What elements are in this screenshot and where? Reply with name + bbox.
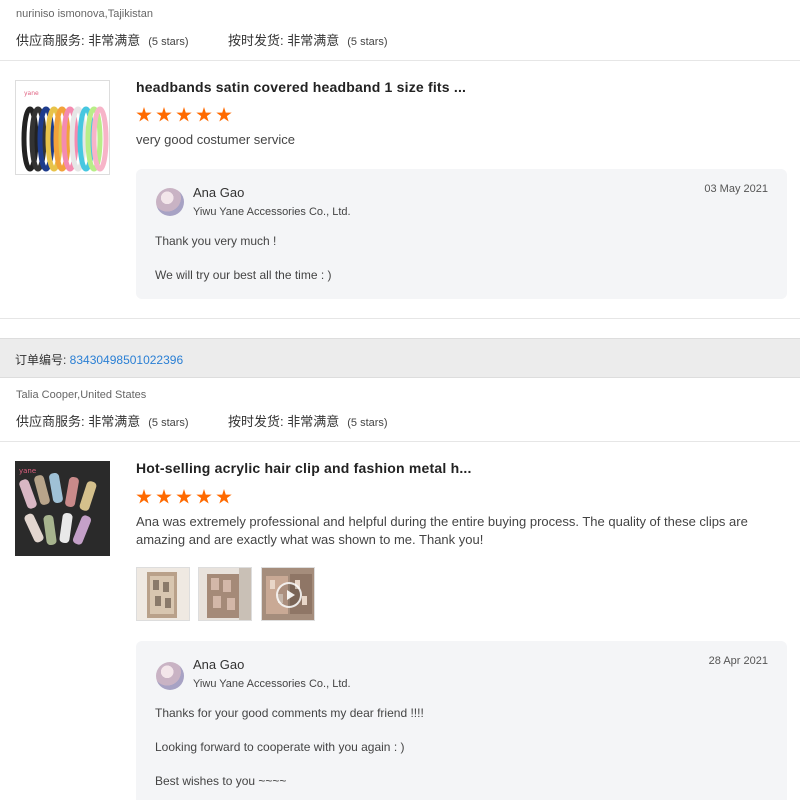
buyer-name: nuriniso ismonova,Tajikistan xyxy=(16,8,153,20)
ship-value: 非常满意 xyxy=(287,33,340,48)
review-text: Ana was extremely professional and helpf… xyxy=(136,513,776,549)
rating-stars xyxy=(136,489,232,505)
reply-line: Best wishes to you ~~~~ xyxy=(155,774,287,788)
review-text-line: amazing and are exactly what was shown t… xyxy=(136,532,484,547)
reply-company: Yiwu Yane Accessories Co., Ltd. xyxy=(193,678,351,690)
star-icon xyxy=(176,489,192,504)
avatar xyxy=(156,662,184,690)
divider xyxy=(0,441,800,442)
service-value: 非常满意 xyxy=(88,33,141,48)
reply-line: Thank you very much ! xyxy=(155,234,277,248)
ship-label: 按时发货: xyxy=(228,33,288,48)
product-title[interactable]: headbands satin covered headband 1 size … xyxy=(136,79,466,95)
service-stars-text: (5 stars) xyxy=(148,417,189,429)
ship-label: 按时发货: xyxy=(228,414,288,429)
svg-text:yane: yane xyxy=(19,467,36,475)
reply-name: Ana Gao xyxy=(193,185,245,200)
star-icon xyxy=(156,489,172,504)
reply-line: Thanks for your good comments my dear fr… xyxy=(155,706,424,720)
star-icon xyxy=(136,107,152,122)
service-label: 供应商服务: xyxy=(16,33,89,48)
divider xyxy=(0,60,800,61)
star-icon xyxy=(216,489,232,504)
ship-stars-text: (5 stars) xyxy=(347,417,388,429)
rating-stars xyxy=(136,107,232,123)
supplier-reply: Ana Gao Yiwu Yane Accessories Co., Ltd. … xyxy=(136,641,787,800)
ship-value: 非常满意 xyxy=(287,414,340,429)
service-stars-text: (5 stars) xyxy=(148,36,189,48)
service-value: 非常满意 xyxy=(88,414,141,429)
supplier-rating-row: 供应商服务: 非常满意 (5 stars) xyxy=(16,30,189,49)
reply-line: Looking forward to cooperate with you ag… xyxy=(155,740,405,754)
review-text-line: Ana was extremely professional and helpf… xyxy=(136,514,748,529)
order-number-link[interactable]: 83430498501022396 xyxy=(70,353,183,367)
service-label: 供应商服务: xyxy=(16,414,89,429)
reply-date: 03 May 2021 xyxy=(704,183,768,195)
order-label: 订单编号: xyxy=(15,353,70,367)
product-thumbnail[interactable]: yane xyxy=(15,80,110,175)
reply-name: Ana Gao xyxy=(193,657,245,672)
order-bar: 订单编号: 83430498501022396 xyxy=(0,338,800,378)
star-icon xyxy=(156,107,172,122)
divider xyxy=(0,318,800,319)
svg-text:yane: yane xyxy=(24,90,39,97)
review-text: very good costumer service xyxy=(136,132,295,147)
star-icon xyxy=(196,489,212,504)
review-video-thumbnail[interactable] xyxy=(261,567,315,621)
review-photo[interactable] xyxy=(198,567,252,621)
reply-line: We will try our best all the time : ) xyxy=(155,268,332,282)
review-photo[interactable] xyxy=(136,567,190,621)
shipping-rating-row: 按时发货: 非常满意 (5 stars) xyxy=(228,411,388,430)
product-thumbnail[interactable]: yane xyxy=(15,461,110,556)
play-icon xyxy=(276,582,302,608)
star-icon xyxy=(136,489,152,504)
avatar xyxy=(156,188,184,216)
buyer-name: Talia Cooper,United States xyxy=(16,389,147,401)
star-icon xyxy=(176,107,192,122)
ship-stars-text: (5 stars) xyxy=(347,36,388,48)
star-icon xyxy=(216,107,232,122)
reply-date: 28 Apr 2021 xyxy=(708,655,768,667)
supplier-rating-row: 供应商服务: 非常满意 (5 stars) xyxy=(16,411,189,430)
product-title[interactable]: Hot-selling acrylic hair clip and fashio… xyxy=(136,460,472,476)
shipping-rating-row: 按时发货: 非常满意 (5 stars) xyxy=(228,30,388,49)
reply-company: Yiwu Yane Accessories Co., Ltd. xyxy=(193,206,351,218)
supplier-reply: Ana Gao Yiwu Yane Accessories Co., Ltd. … xyxy=(136,169,787,299)
star-icon xyxy=(196,107,212,122)
